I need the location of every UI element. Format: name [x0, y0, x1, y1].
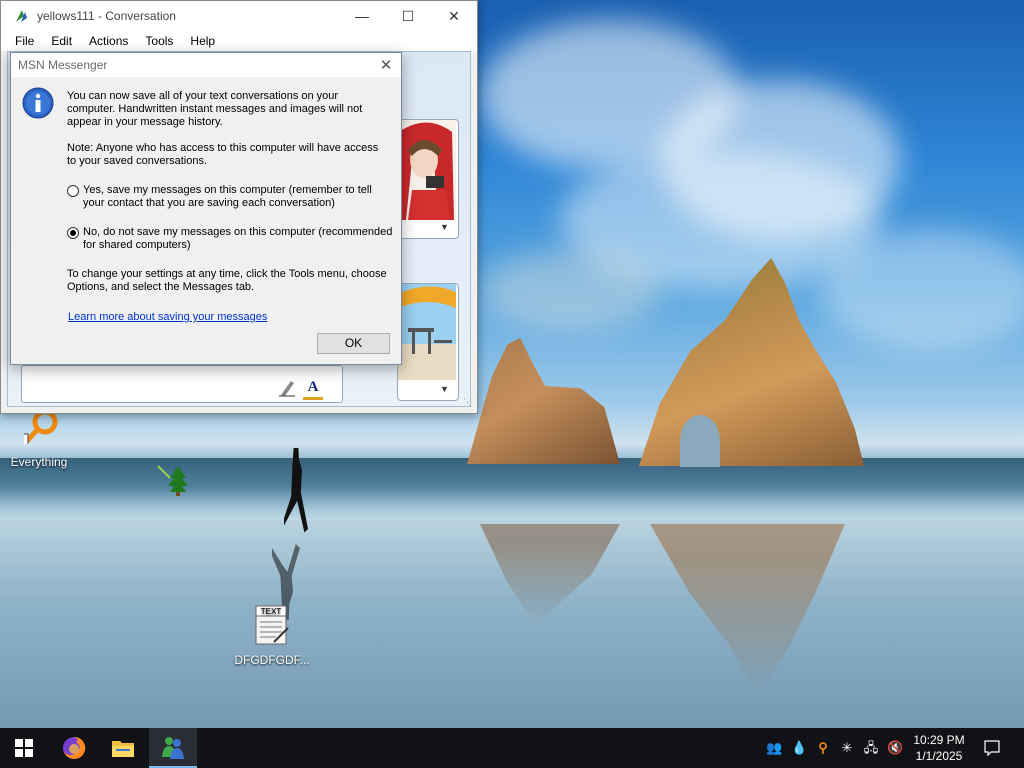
my-display-picture[interactable]: ▼ — [397, 283, 459, 401]
dialog-message-3: To change your settings at any time, cli… — [67, 268, 387, 293]
learn-more-link[interactable]: Learn more about saving your messages — [68, 311, 267, 323]
firefox-icon — [63, 736, 86, 759]
msn-messenger-dialog: MSN Messenger ✕ You can now save all of … — [10, 52, 402, 365]
people-tray-icon[interactable]: 👥 — [766, 740, 782, 756]
dialog-close-button[interactable]: ✕ — [371, 53, 401, 77]
ok-button[interactable]: OK — [317, 333, 390, 354]
sparkle-tray-icon[interactable]: ✳ — [839, 740, 855, 756]
desktop-icon-label: Everything — [10, 455, 68, 469]
start-button[interactable] — [0, 728, 48, 768]
taskbar-msn-messenger[interactable] — [149, 728, 197, 768]
radio-do-not-save[interactable] — [67, 227, 79, 239]
taskbar: 👥 💧 ⚲ ✳ 🖧 🔇 10:29 PM 1/1/2025 — [0, 728, 1024, 768]
window-title: yellows111 - Conversation — [37, 9, 176, 23]
font-style-icon[interactable]: A — [303, 379, 323, 400]
menu-actions[interactable]: Actions — [81, 34, 137, 48]
handwriting-pen-icon[interactable] — [277, 379, 297, 397]
dialog-titlebar[interactable]: MSN Messenger ✕ — [11, 53, 401, 77]
file-badge: TEXT — [261, 607, 282, 616]
minimize-button[interactable]: — — [339, 1, 385, 31]
radio-save-messages[interactable] — [67, 185, 79, 197]
action-center-button[interactable] — [983, 739, 1001, 757]
menu-file[interactable]: File — [7, 34, 43, 48]
clock-time: 10:29 PM — [913, 733, 965, 747]
menu-help[interactable]: Help — [182, 34, 224, 48]
anime-avatar-icon — [398, 120, 456, 220]
text-file-icon: TEXT — [255, 605, 289, 645]
clock-date: 1/1/2025 — [915, 749, 963, 763]
maximize-icon: ☐ — [401, 7, 415, 24]
taskbar-file-explorer[interactable] — [99, 728, 147, 768]
menu-bar: File Edit Actions Tools Help — [1, 31, 477, 51]
close-icon: ✕ — [379, 57, 393, 74]
taskbar-firefox[interactable] — [50, 728, 98, 768]
maximize-button[interactable]: ☐ — [385, 1, 431, 31]
dialog-title: MSN Messenger — [18, 58, 108, 72]
radio-do-not-save-label[interactable]: No, do not save my messages on this comp… — [83, 226, 393, 252]
resize-grip-icon[interactable]: ⋱ — [463, 397, 472, 408]
close-icon: ✕ — [448, 7, 460, 24]
taskbar-clock[interactable]: 10:29 PM 1/1/2025 — [906, 732, 972, 764]
folder-icon — [112, 741, 134, 757]
close-button[interactable]: ✕ — [431, 1, 477, 31]
dialog-message-1: You can now save all of your text conver… — [67, 90, 363, 128]
desktop-icon-label: DFGDFGDF... — [234, 653, 310, 667]
conversation-titlebar[interactable]: yellows111 - Conversation — ☐ ✕ — [1, 1, 477, 31]
dialog-message-2: Note: Anyone who has access to this comp… — [67, 142, 379, 167]
network-tray-icon[interactable]: 🖧 — [863, 740, 879, 756]
messenger-buddy-icon — [16, 10, 27, 22]
menu-edit[interactable]: Edit — [43, 34, 81, 48]
christmas-tree-icon — [157, 465, 188, 496]
notification-icon — [984, 740, 1000, 757]
volume-muted-icon[interactable]: 🔇 — [887, 740, 903, 756]
windows-logo-icon — [15, 739, 33, 757]
msn-buddies-icon — [162, 737, 184, 759]
radio-save-messages-label[interactable]: Yes, save my messages on this computer (… — [83, 184, 393, 210]
everything-tray-icon[interactable]: ⚲ — [815, 740, 831, 756]
beach-chair-avatar-icon — [398, 284, 456, 380]
info-icon — [22, 87, 54, 119]
drop-tray-icon[interactable]: 💧 — [791, 740, 807, 756]
minimize-icon: — — [355, 8, 369, 24]
contact-display-picture[interactable]: ▼ — [397, 119, 459, 239]
menu-tools[interactable]: Tools — [137, 34, 182, 48]
